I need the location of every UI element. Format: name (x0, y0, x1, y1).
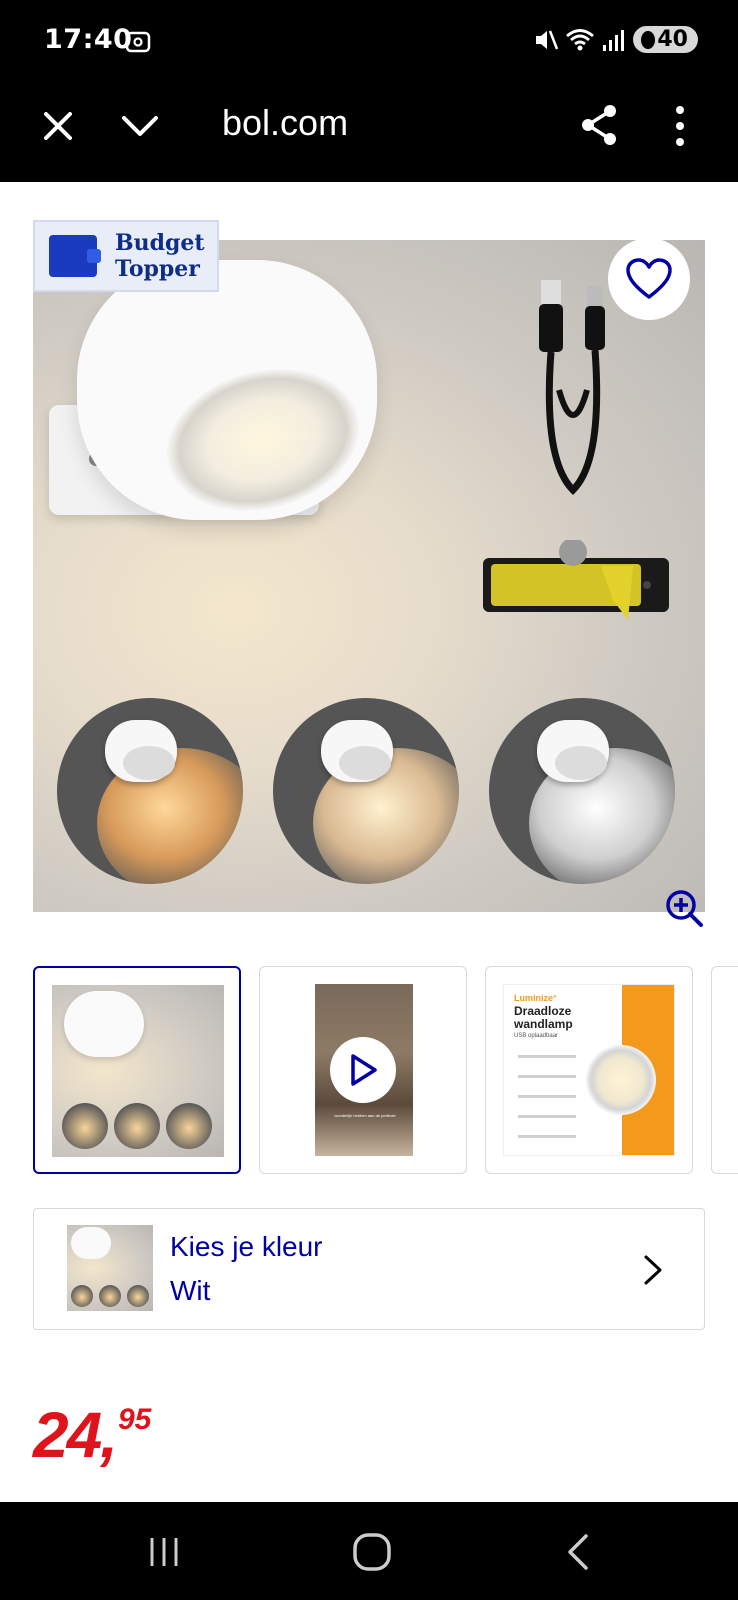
url-text[interactable]: bol.com (222, 102, 348, 144)
status-bar: 17:40 40 (0, 0, 738, 84)
play-icon (351, 1054, 377, 1086)
more-vert-icon[interactable] (668, 104, 692, 148)
price-cents: 95 (117, 1403, 152, 1436)
status-time: 17:40 (44, 24, 133, 55)
chevron-right-icon (644, 1255, 662, 1285)
thumb-subtitle: USB oplaadbaar (514, 1033, 559, 1039)
mute-icon (536, 30, 559, 49)
thumbnail-video[interactable]: wonderlijk hebben aan de perfecte (259, 966, 467, 1174)
thumbnail-4[interactable] (711, 966, 738, 1174)
product-price: 24,95 (33, 1398, 151, 1472)
color-thumbnail (67, 1225, 153, 1311)
home-icon[interactable] (352, 1532, 392, 1572)
battery-icon (641, 30, 656, 49)
price-whole: 24 (33, 1399, 102, 1471)
close-icon[interactable] (40, 108, 76, 144)
color-selector[interactable]: Kies je kleur Wit (33, 1208, 705, 1330)
color-value: Wit (170, 1275, 211, 1306)
price-separator: , (100, 1399, 118, 1471)
warm-light-circle (57, 698, 243, 884)
product-main-image[interactable] (33, 240, 705, 912)
color-label: Kies je kleur (170, 1231, 323, 1262)
chevron-down-icon[interactable] (120, 108, 160, 144)
badge-text: Budget Topper (115, 230, 205, 282)
screen-record-icon (125, 31, 151, 53)
neutral-light-circle (273, 698, 459, 884)
status-icons: 40 (533, 26, 698, 53)
badge-line1: Budget (115, 230, 205, 256)
thumb-brand: Luminize° (514, 993, 557, 1003)
thumb-title: Draadloze wandlamp (514, 1004, 573, 1031)
thumbnail-1[interactable] (33, 966, 241, 1174)
wallet-icon (49, 235, 101, 277)
signal-icon (603, 29, 625, 51)
thumbnail-strip: wonderlijk hebben aan de perfecte Lumini… (33, 966, 738, 1174)
favorite-button[interactable] (608, 238, 690, 320)
zoom-in-icon[interactable] (664, 888, 704, 928)
system-nav-bar (0, 1502, 738, 1600)
budget-topper-badge: Budget Topper (33, 220, 219, 292)
heart-icon (626, 258, 672, 299)
badge-line2: Topper (115, 256, 200, 282)
play-button[interactable] (330, 1037, 396, 1103)
battery-indicator: 40 (633, 26, 698, 53)
browser-toolbar: bol.com (0, 84, 738, 182)
recent-apps-icon[interactable] (146, 1534, 182, 1570)
cool-light-circle (489, 698, 675, 884)
share-icon[interactable] (578, 102, 620, 148)
magnetic-mount (483, 540, 669, 620)
video-caption: wonderlijk hebben aan de perfecte (334, 1113, 396, 1118)
wifi-icon (566, 28, 595, 50)
thumbnail-3[interactable]: Luminize° Draadloze wandlamp USB oplaadb… (485, 966, 693, 1174)
battery-level: 40 (657, 27, 688, 52)
usb-cable (539, 280, 605, 495)
back-icon[interactable] (564, 1532, 592, 1572)
product-page: Budget Topper wonderlijk hebben aan de p… (0, 182, 738, 1502)
